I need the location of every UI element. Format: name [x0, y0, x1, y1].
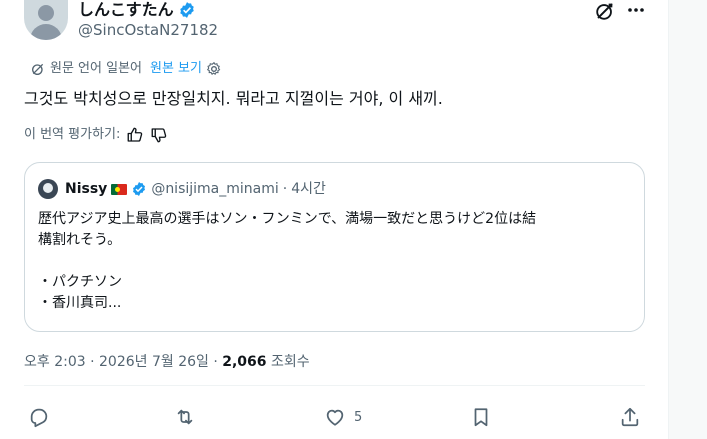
view-label: 조회수	[266, 354, 310, 370]
quoted-tweet-text: 歴代アジア史上最高の選手はソン・フンミンで、満場一致だと思うけど2位は結 構割れ…	[38, 209, 638, 314]
tweet-timestamp[interactable]: 오후 2:03 · 2026년 7월 26일 ·	[24, 354, 222, 370]
author-handle[interactable]: @SincOstaN27182	[78, 20, 218, 40]
verified-badge-icon	[133, 182, 146, 196]
bookmark-icon	[474, 408, 488, 427]
repost-icon	[177, 409, 193, 425]
portugal-flag-icon	[111, 183, 128, 195]
thumbs-up-icon[interactable]	[126, 126, 144, 144]
settings-gear-icon[interactable]	[206, 61, 222, 77]
more-options-icon[interactable]	[626, 2, 646, 18]
verified-badge-icon	[179, 2, 194, 18]
author-display-name[interactable]: しんこすたん	[78, 0, 174, 20]
author-name-row[interactable]: しんこすたん	[78, 0, 196, 20]
sidebar-strip	[668, 0, 707, 439]
reply-icon	[30, 408, 48, 428]
share-button[interactable]	[619, 405, 641, 429]
quoted-tweet-card[interactable]: Nissy @nisijima_minami · 4시간 歴代アジア史上最高の選…	[24, 162, 645, 332]
quoted-author-name[interactable]: Nissy	[65, 179, 107, 199]
avatar[interactable]	[24, 0, 68, 40]
grok-icon[interactable]	[594, 0, 616, 22]
translation-source-label: 원문 언어 일본어	[50, 61, 142, 76]
quoted-line: 歴代アジア史上最高の選手はソン・フンミンで、満場一致だと思うけど2位は結	[38, 211, 537, 227]
thumbs-down-icon[interactable]	[150, 126, 168, 144]
quoted-line: 構割れそう。	[38, 232, 122, 248]
quoted-avatar[interactable]	[38, 179, 58, 199]
quoted-time[interactable]: 4시간	[291, 179, 326, 199]
divider	[24, 385, 645, 386]
view-count: 2,066	[222, 354, 267, 370]
translation-notice: 원문 언어 일본어 원본 보기	[30, 60, 222, 78]
like-count: 5	[354, 409, 363, 425]
like-button[interactable]: 5	[324, 405, 362, 429]
quoted-separator: ·	[282, 181, 288, 197]
repost-button[interactable]	[174, 405, 196, 429]
quoted-header: Nissy @nisijima_minami · 4시간	[65, 179, 326, 199]
tweet-text: 그것도 박치성으로 만장일치지. 뭐라고 지껄이는 거야, 이 새끼.	[24, 89, 443, 108]
quoted-handle[interactable]: @nisijima_minami	[151, 179, 278, 199]
quoted-line: ・香川真司...	[38, 295, 122, 311]
share-icon	[621, 407, 639, 427]
quoted-line: ・パクチソン	[38, 274, 122, 290]
heart-icon	[326, 409, 344, 426]
bookmark-button[interactable]	[470, 405, 492, 429]
grok-translate-icon	[32, 63, 44, 75]
reply-button[interactable]	[28, 405, 50, 429]
rate-translation-label: 이 번역 평가하기:	[24, 127, 121, 142]
tweet-metadata: 오후 2:03 · 2026년 7월 26일 · 2,066 조회수	[24, 352, 310, 372]
quoted-line	[38, 251, 638, 272]
rate-translation: 이 번역 평가하기:	[24, 126, 168, 144]
view-original-link[interactable]: 원본 보기	[150, 60, 202, 78]
